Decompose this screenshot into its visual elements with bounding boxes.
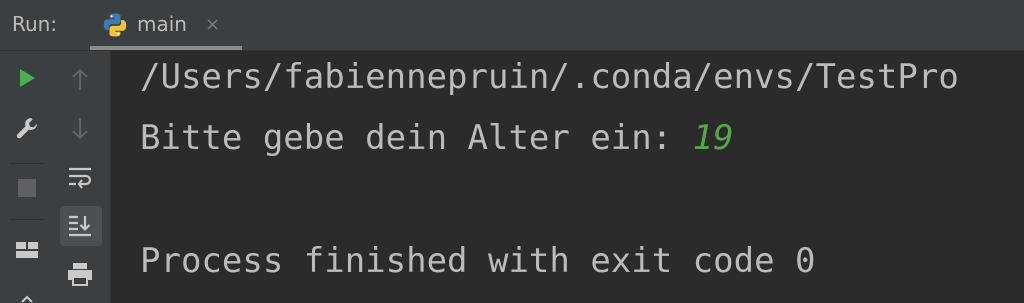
print-icon[interactable] (66, 261, 94, 287)
run-label: Run: (12, 12, 58, 36)
console-actions-toolbar (52, 51, 111, 303)
python-icon (103, 13, 127, 37)
toolbar-divider (10, 163, 44, 164)
close-icon[interactable]: × (205, 14, 220, 35)
up-arrow-icon[interactable] (69, 67, 91, 93)
run-header-bar: Run: main × (0, 0, 1024, 51)
tab-main[interactable]: main × (90, 0, 242, 50)
run-icon[interactable] (16, 67, 38, 89)
console-line-prompt: Bitte gebe dein Alter ein: 19 (140, 118, 734, 158)
down-arrow-icon[interactable] (69, 115, 91, 141)
prompt-text: Bitte gebe dein Alter ein: (140, 118, 693, 158)
layout-icon[interactable] (14, 239, 40, 261)
run-tool-window: Run: main × /Users/fabiennepruin/.conda/… (0, 0, 1024, 303)
chevron-up-icon[interactable] (20, 293, 34, 303)
toolbar-divider (10, 219, 44, 220)
tab-main-label: main (137, 12, 187, 36)
wrench-icon[interactable] (14, 115, 40, 141)
user-input-value: 19 (692, 118, 734, 158)
stop-icon[interactable] (17, 178, 37, 198)
scroll-to-end-icon[interactable] (67, 213, 93, 239)
soft-wrap-icon[interactable] (67, 165, 93, 189)
console-line-exit: Process finished with exit code 0 (140, 241, 816, 281)
tab-selected-indicator (90, 46, 242, 50)
console-line-path: /Users/fabiennepruin/.conda/envs/TestPro (140, 57, 959, 97)
console-output[interactable]: /Users/fabiennepruin/.conda/envs/TestPro… (111, 51, 1024, 303)
run-actions-toolbar (0, 51, 52, 303)
